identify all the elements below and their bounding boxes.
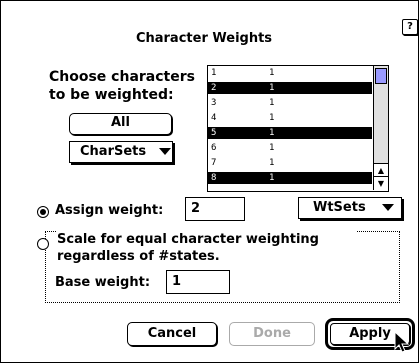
- all-button[interactable]: All: [69, 113, 172, 135]
- assign-weight-radio[interactable]: [37, 206, 49, 218]
- list-item[interactable]: 41: [208, 112, 372, 124]
- list-scrollbar[interactable]: ▲ ▼: [373, 66, 388, 191]
- list-item[interactable]: 21: [208, 82, 372, 94]
- character-weight: 1: [269, 128, 275, 138]
- character-number: 2: [211, 83, 217, 93]
- charsets-popup[interactable]: CharSets: [69, 141, 173, 163]
- character-weight: 1: [269, 113, 275, 123]
- scale-equal-weighting-label: Scale for equal character weighting rega…: [57, 231, 357, 265]
- charsets-label: CharSets: [80, 144, 147, 159]
- dialog-title: Character Weights: [135, 31, 273, 46]
- chevron-down-icon: [382, 204, 395, 211]
- cancel-button[interactable]: Cancel: [127, 322, 217, 346]
- character-number: 7: [211, 158, 217, 168]
- character-weight: 1: [269, 173, 275, 183]
- list-item[interactable]: 81: [208, 172, 372, 184]
- chevron-down-icon: [158, 148, 171, 155]
- mouse-pointer-icon: [394, 331, 410, 353]
- character-weights-dialog: Character Weights ? Choose characters to…: [0, 0, 419, 363]
- list-item[interactable]: 51: [208, 127, 372, 139]
- scale-equal-weighting-radio[interactable]: [37, 238, 49, 250]
- wtsets-label: WtSets: [313, 200, 366, 215]
- list-item[interactable]: 61: [208, 142, 372, 154]
- character-number: 4: [211, 113, 217, 123]
- base-weight-label: Base weight:: [55, 275, 151, 290]
- character-number: 5: [211, 128, 217, 138]
- assign-weight-label: Assign weight:: [55, 203, 164, 218]
- assign-weight-input[interactable]: 2: [185, 197, 245, 221]
- scroll-up-arrow-icon[interactable]: ▲: [374, 163, 388, 177]
- character-weight: 1: [269, 83, 275, 93]
- list-item[interactable]: 11: [208, 67, 372, 79]
- done-button[interactable]: Done: [229, 322, 315, 346]
- character-weight: 1: [269, 98, 275, 108]
- list-item[interactable]: 31: [208, 97, 372, 109]
- choose-characters-label: Choose characters to be weighted:: [49, 69, 195, 103]
- list-item[interactable]: 71: [208, 157, 372, 169]
- character-weight: 1: [269, 158, 275, 168]
- character-list[interactable]: 1121314151617181 ▲ ▼: [207, 65, 389, 192]
- base-weight-input[interactable]: 1: [166, 270, 230, 294]
- character-weight: 1: [269, 68, 275, 78]
- scroll-down-arrow-icon[interactable]: ▼: [374, 176, 388, 191]
- character-number: 6: [211, 143, 217, 153]
- character-number: 3: [211, 98, 217, 108]
- scroll-thumb[interactable]: [375, 68, 387, 84]
- wtsets-popup[interactable]: WtSets: [298, 197, 402, 219]
- character-weight: 1: [269, 143, 275, 153]
- help-icon[interactable]: ?: [402, 19, 418, 35]
- character-number: 1: [211, 68, 217, 78]
- character-number: 8: [211, 173, 217, 183]
